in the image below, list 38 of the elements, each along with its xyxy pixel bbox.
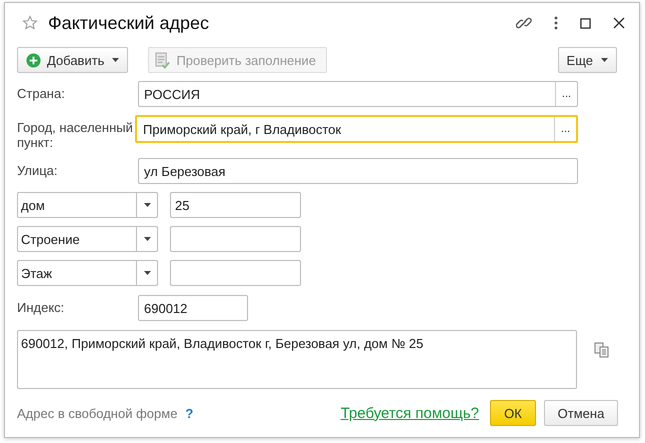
free-form-link[interactable]: Адрес в свободной форме [17, 406, 178, 420]
help-link[interactable]: Требуется помощь? [340, 404, 479, 422]
type-dropdown[interactable]: дом [17, 192, 158, 218]
window-title: Фактический адрес [48, 12, 209, 34]
more-button[interactable]: Еще [558, 47, 617, 73]
maximize-icon[interactable] [580, 18, 591, 28]
caret-icon [112, 58, 120, 62]
copy-icon[interactable] [594, 342, 610, 358]
choose-button[interactable]: ... [554, 117, 576, 141]
field-label: Улица: [17, 162, 59, 178]
cancel-button[interactable]: Отмена [544, 400, 618, 426]
input-field[interactable]: РОССИЯ ... [138, 81, 578, 107]
star-icon[interactable] [22, 15, 38, 31]
document-check-icon [155, 52, 170, 68]
dropdown-icon [144, 237, 150, 241]
more-icon[interactable] [554, 15, 558, 31]
dropdown-icon [144, 203, 150, 207]
link-icon[interactable] [516, 15, 532, 31]
plus-icon [26, 52, 41, 68]
caret-icon [601, 58, 608, 62]
input-field[interactable]: ул Березовая [138, 158, 578, 184]
input-field[interactable] [170, 260, 301, 286]
input-field[interactable] [170, 226, 301, 252]
field-label: Индекс: [17, 299, 66, 315]
help-hint[interactable]: ? [185, 406, 194, 420]
field-label: Страна: [17, 85, 66, 101]
input-field[interactable]: 25 [170, 192, 301, 218]
close-icon[interactable] [613, 17, 625, 29]
type-dropdown[interactable]: Строение [17, 226, 158, 252]
ok-button[interactable]: ОК [490, 400, 536, 426]
type-dropdown[interactable]: Этаж [17, 260, 158, 286]
dropdown-icon [144, 271, 150, 275]
input-field[interactable]: Приморский край, г Владивосток ... [135, 115, 578, 143]
field-label: Город, населенный пункт: [17, 119, 134, 150]
index-field[interactable]: 690012 [138, 295, 248, 321]
choose-button[interactable]: ... [555, 82, 577, 106]
address-text-area[interactable]: 690012, Приморский край, Владивосток г, Березовая ул, дом № 25 [17, 330, 577, 389]
add-button[interactable]: Добавить [17, 47, 128, 73]
